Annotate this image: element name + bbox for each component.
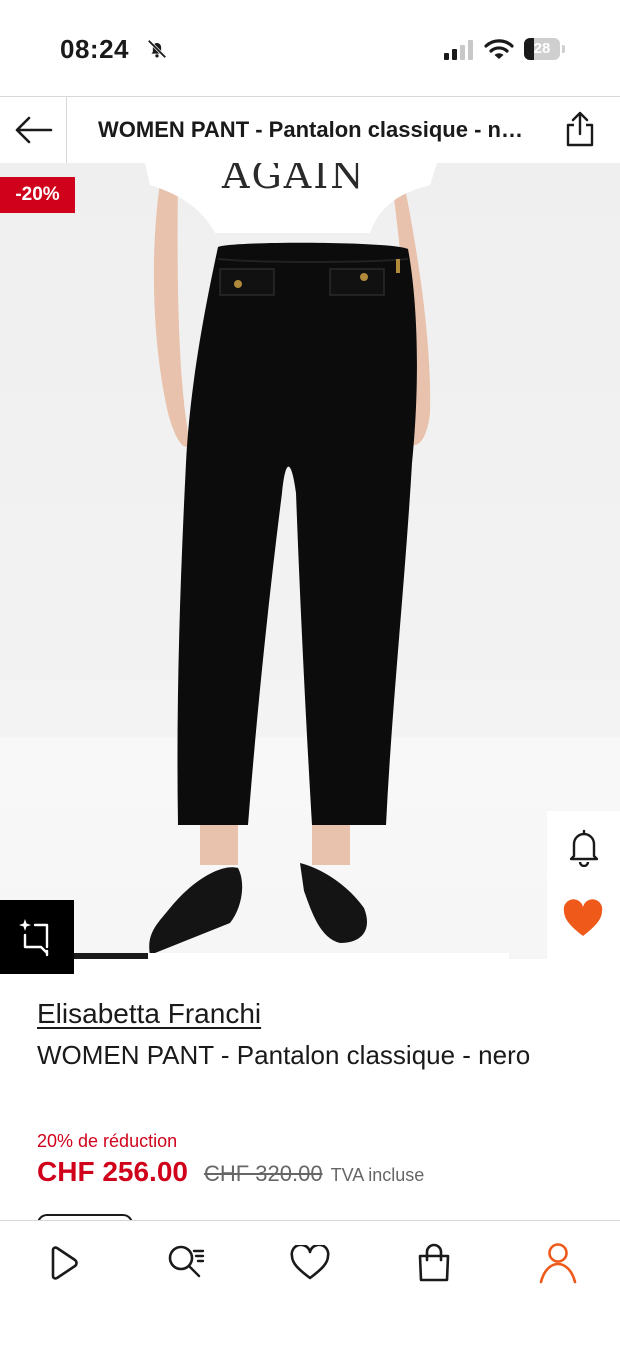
image-side-actions bbox=[547, 811, 620, 959]
heart-icon bbox=[290, 1245, 330, 1280]
image-carousel-progress bbox=[74, 953, 509, 959]
tab-profile[interactable] bbox=[532, 1237, 584, 1289]
play-icon bbox=[51, 1246, 78, 1280]
arrow-left-icon bbox=[15, 116, 53, 144]
tab-wishlist[interactable] bbox=[284, 1237, 336, 1289]
wifi-icon bbox=[484, 39, 514, 59]
bag-icon bbox=[418, 1243, 450, 1282]
product-image[interactable]: AGAIN bbox=[0, 163, 620, 959]
tab-search[interactable] bbox=[160, 1237, 212, 1289]
discount-text: 20% de réduction bbox=[37, 1131, 178, 1151]
share-icon bbox=[566, 111, 594, 147]
carousel-progress-fill bbox=[74, 953, 148, 959]
original-price: CHF 320.00 bbox=[203, 1161, 323, 1186]
brand-link[interactable]: Elisabetta Franchi bbox=[37, 998, 261, 1030]
share-button[interactable] bbox=[560, 109, 600, 149]
battery-icon: 28 bbox=[524, 38, 566, 60]
back-button[interactable] bbox=[0, 97, 67, 163]
ar-sparkle-icon bbox=[19, 919, 49, 957]
battery-level: 28 bbox=[533, 40, 551, 57]
status-bar: 08:24 28 bbox=[0, 0, 620, 96]
heart-filled-icon[interactable] bbox=[562, 899, 604, 939]
bell-icon[interactable] bbox=[565, 827, 603, 867]
model-illustration: AGAIN bbox=[145, 163, 437, 955]
ar-view-button[interactable] bbox=[0, 900, 74, 974]
discount-badge: -20% bbox=[0, 177, 75, 213]
page-title: WOMEN PANT - Pantalon classique - nero bbox=[98, 117, 528, 142]
signal-icon bbox=[444, 40, 473, 60]
tab-play[interactable] bbox=[36, 1237, 88, 1289]
search-icon bbox=[168, 1245, 205, 1278]
status-time: 08:24 bbox=[60, 34, 129, 64]
top-bar: WOMEN PANT - Pantalon classique - nero bbox=[0, 96, 620, 164]
tab-bag[interactable] bbox=[408, 1237, 460, 1289]
vat-note: TVA incluse bbox=[330, 1165, 425, 1185]
profile-icon bbox=[539, 1243, 577, 1284]
shirt-print: AGAIN bbox=[221, 163, 366, 197]
price-row: CHF 256.00 CHF 320.00 TVA incluse bbox=[37, 1156, 424, 1192]
current-price: CHF 256.00 bbox=[37, 1156, 188, 1187]
bottom-tab-bar bbox=[0, 1220, 620, 1351]
product-name: WOMEN PANT - Pantalon classique - nero bbox=[37, 1040, 531, 1070]
bell-off-icon bbox=[147, 39, 167, 59]
